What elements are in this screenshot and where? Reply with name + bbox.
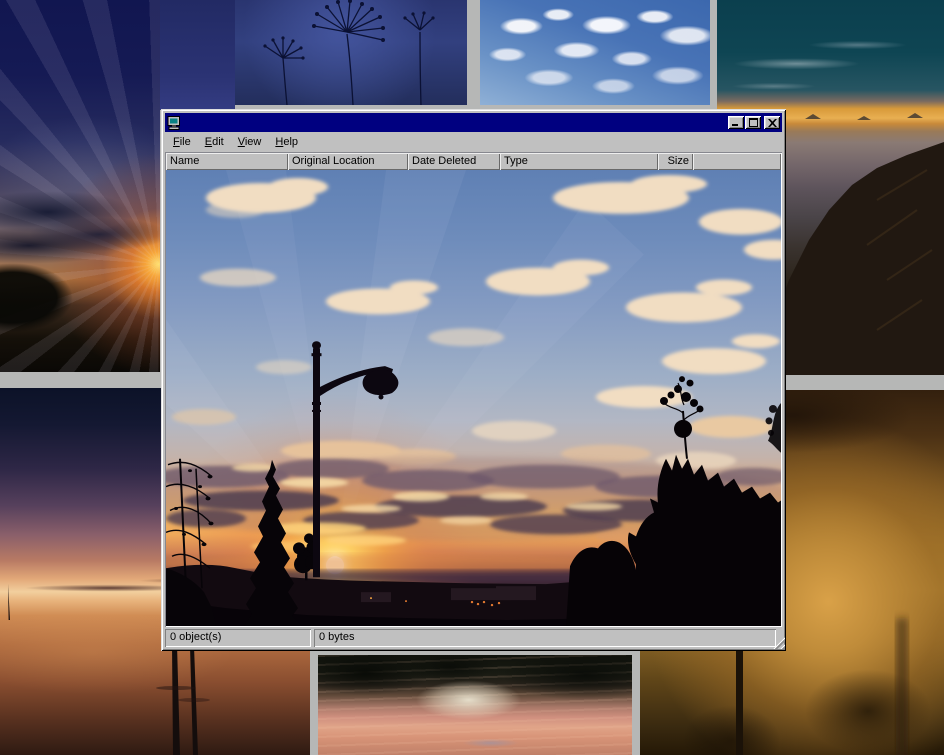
status-objects-panel: 0 object(s) xyxy=(165,629,311,647)
minimize-button[interactable] xyxy=(728,116,744,129)
background-photo-sunrays xyxy=(0,0,160,372)
menu-item-view[interactable]: View xyxy=(231,134,269,150)
titlebar[interactable] xyxy=(165,113,782,132)
background-photo-water-reflection xyxy=(318,655,632,755)
column-header-date-deleted[interactable]: Date Deleted xyxy=(408,153,500,170)
column-header-name[interactable]: Name xyxy=(166,153,288,170)
maximize-icon xyxy=(749,118,758,127)
recycle-bin-window: File Edit View Help Name Original Locati… xyxy=(161,109,786,651)
column-header-row: Name Original Location Date Deleted Type… xyxy=(166,153,781,170)
background-photo-clouds xyxy=(480,0,710,105)
maximize-button[interactable] xyxy=(745,116,761,129)
list-view-area[interactable] xyxy=(166,170,781,626)
menu-item-edit[interactable]: Edit xyxy=(198,134,231,150)
close-button[interactable] xyxy=(764,116,780,129)
menubar: File Edit View Help xyxy=(165,132,782,152)
statusbar: 0 object(s) 0 bytes xyxy=(165,629,782,647)
menu-item-help[interactable]: Help xyxy=(268,134,305,150)
computer-icon[interactable] xyxy=(167,116,181,130)
seedhead-silhouette xyxy=(235,0,467,105)
background-photo-navy-strip xyxy=(160,0,235,110)
close-icon xyxy=(768,119,777,127)
list-view: Name Original Location Date Deleted Type… xyxy=(165,152,782,627)
menu-item-file[interactable]: File xyxy=(166,134,198,150)
column-header-size[interactable]: Size xyxy=(658,153,693,170)
desktop: File Edit View Help Name Original Locati… xyxy=(0,0,944,755)
minimize-icon xyxy=(732,119,740,126)
status-bytes-panel: 0 bytes xyxy=(314,629,776,647)
sunset-lamppost-photo xyxy=(166,170,781,626)
column-header-blank[interactable] xyxy=(693,153,781,170)
column-header-type[interactable]: Type xyxy=(500,153,658,170)
column-header-original-location[interactable]: Original Location xyxy=(288,153,408,170)
background-photo-seedhead xyxy=(235,0,467,105)
